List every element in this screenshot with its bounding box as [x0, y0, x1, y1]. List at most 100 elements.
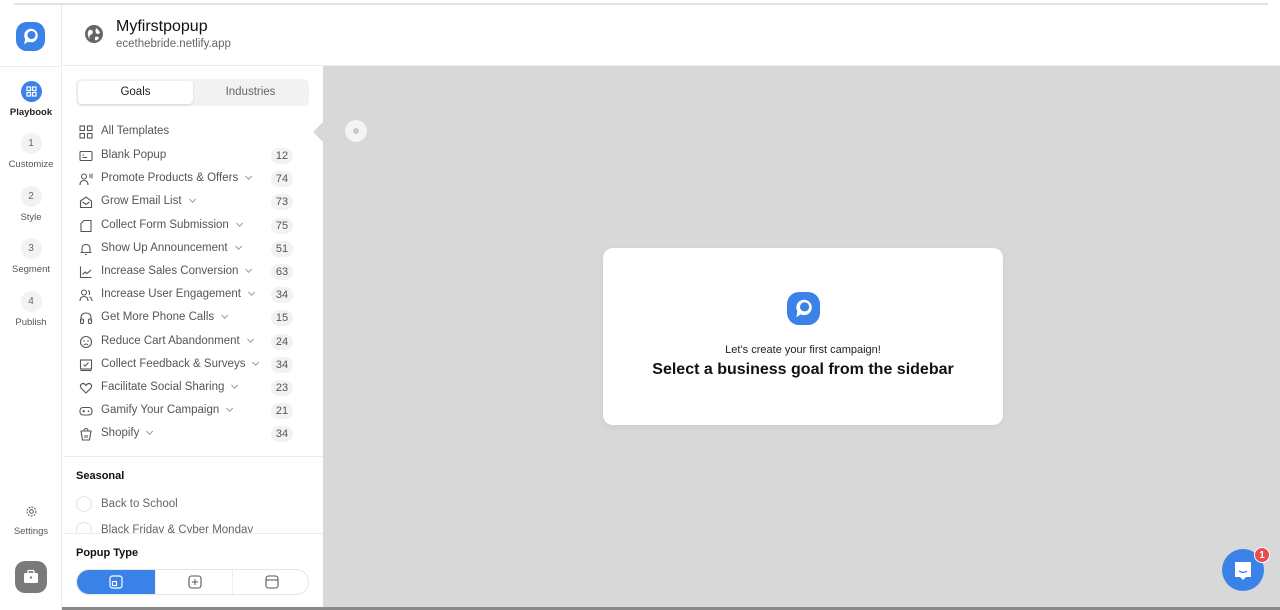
- grid-icon: [20, 81, 42, 102]
- rail-item-style[interactable]: 2 Style: [0, 186, 62, 223]
- users-icon: [79, 289, 93, 302]
- blank-popup-icon: [79, 150, 93, 162]
- template-count-badge: 34: [271, 426, 293, 443]
- radio-button[interactable]: [76, 522, 92, 533]
- settings-button[interactable]: Settings: [0, 505, 62, 537]
- goal-item-grow-email-list[interactable]: Grow Email List 73: [79, 192, 295, 212]
- step-number: 1: [20, 133, 42, 154]
- goal-item-increase-sales-conversion[interactable]: Increase Sales Conversion 63: [79, 262, 295, 282]
- tab-industries[interactable]: Industries: [193, 81, 308, 104]
- chevron-down-icon[interactable]: [226, 405, 234, 413]
- chevron-down-icon[interactable]: [146, 428, 154, 436]
- rail-label: Playbook: [9, 107, 53, 118]
- bar-icon: [265, 575, 279, 589]
- template-count-badge: 34: [271, 287, 293, 304]
- headphones-icon: [79, 312, 93, 325]
- template-count-badge: 34: [271, 356, 293, 373]
- chevron-down-icon[interactable]: [245, 265, 253, 273]
- goal-label: All Templates: [101, 125, 170, 137]
- goal-label: Collect Form Submission: [101, 219, 243, 231]
- chevron-down-icon[interactable]: [235, 219, 243, 227]
- chevron-down-icon[interactable]: [248, 289, 256, 297]
- seasonal-label: Back to School: [101, 498, 178, 510]
- goal-label: Blank Popup: [101, 149, 167, 161]
- template-count-badge: 63: [271, 264, 293, 280]
- goal-label: Shopify: [101, 427, 154, 439]
- popup-type-popup-button[interactable]: [77, 570, 155, 594]
- chevron-down-icon[interactable]: [245, 173, 253, 181]
- template-count-badge: 24: [271, 333, 293, 350]
- bell-icon: [80, 243, 92, 255]
- rail-label: Style: [20, 212, 42, 223]
- goal-item-get-more-phone-calls[interactable]: Get More Phone Calls 15: [79, 308, 295, 328]
- empty-state-title: Select a business goal from the sidebar: [652, 361, 954, 378]
- chart-icon: [79, 266, 92, 279]
- chevron-down-icon[interactable]: [246, 335, 254, 343]
- seasonal-item-back-to-school[interactable]: Back to School: [76, 495, 306, 513]
- promote-icon: [79, 173, 93, 186]
- rail-item-playbook[interactable]: Playbook: [0, 81, 62, 118]
- chevron-down-icon[interactable]: [231, 381, 239, 389]
- template-count-badge: 73: [271, 194, 293, 211]
- step-number: 2: [20, 186, 42, 207]
- goal-item-collect-feedback-and-surveys[interactable]: Collect Feedback & Surveys 34: [79, 355, 295, 375]
- step-number: 4: [20, 291, 42, 312]
- rail-item-segment[interactable]: 3 Segment: [0, 238, 62, 275]
- popup-type-bar-button[interactable]: [232, 570, 308, 594]
- goal-item-blank-popup[interactable]: Blank Popup 12: [79, 146, 295, 166]
- goal-label: Get More Phone Calls: [101, 311, 229, 323]
- goal-item-show-up-announcement[interactable]: Show Up Announcement 51: [79, 239, 295, 259]
- rail-item-customize[interactable]: 1 Customize: [0, 133, 62, 170]
- template-count-badge: 21: [271, 403, 293, 420]
- popup-type-heading: Popup Type: [76, 547, 139, 559]
- tab-goals[interactable]: Goals: [78, 81, 193, 104]
- goal-item-gamify-your-campaign[interactable]: Gamify Your Campaign 21: [79, 401, 295, 421]
- goal-label: Facilitate Social Sharing: [101, 381, 239, 393]
- goal-label: Gamify Your Campaign: [101, 404, 234, 416]
- empty-state-subtitle: Let’s create your first campaign!: [725, 344, 881, 356]
- seasonal-list: Back to School Black Friday & Cyber Mond…: [63, 491, 323, 533]
- popup-icon: [109, 575, 123, 589]
- app-logo-icon: [787, 292, 820, 325]
- shopify-icon: [80, 428, 92, 441]
- header: Myfirstpopup ecethebride.netlify.app: [63, 5, 1280, 66]
- popup-type-floating-button[interactable]: [155, 570, 233, 594]
- move-icon: [188, 575, 202, 589]
- radio-button[interactable]: [76, 496, 92, 512]
- chevron-down-icon[interactable]: [252, 358, 260, 366]
- rail-label: Customize: [8, 159, 54, 170]
- rail-item-publish[interactable]: 4 Publish: [0, 291, 62, 328]
- popup-type-selector: [76, 569, 309, 595]
- briefcase-icon: [24, 569, 38, 583]
- template-count-badge: 51: [271, 240, 293, 257]
- grid-icon: [79, 125, 93, 139]
- chevron-down-icon[interactable]: [234, 242, 242, 250]
- briefcase-button[interactable]: [15, 561, 47, 593]
- goal-label: Reduce Cart Abandonment: [101, 335, 254, 347]
- goal-item-promote-products-and-offers[interactable]: Promote Products & Offers 74: [79, 169, 295, 189]
- seasonal-item-black-friday[interactable]: Black Friday & Cyber Monday: [76, 521, 306, 533]
- globe-icon: [85, 25, 103, 43]
- goal-item-collect-form-submission[interactable]: Collect Form Submission 75: [79, 216, 295, 236]
- chevron-down-icon[interactable]: [221, 312, 229, 320]
- template-count-badge: 12: [271, 148, 293, 164]
- goal-label: Collect Feedback & Surveys: [101, 358, 260, 370]
- rail-label: Publish: [15, 317, 47, 328]
- chat-button[interactable]: 1: [1222, 547, 1270, 591]
- seasonal-heading: Seasonal: [76, 470, 125, 482]
- all-templates-item[interactable]: All Templates: [79, 122, 295, 142]
- sad-face-icon: [79, 335, 93, 348]
- chevron-down-icon[interactable]: [188, 196, 196, 204]
- goal-item-increase-user-engagement[interactable]: Increase User Engagement 34: [79, 285, 295, 305]
- template-count-badge: 74: [271, 171, 293, 188]
- email-icon: [79, 196, 93, 209]
- goal-item-facilitate-social-sharing[interactable]: Facilitate Social Sharing 23: [79, 378, 295, 398]
- goal-item-reduce-cart-abandonment[interactable]: Reduce Cart Abandonment 24: [79, 332, 295, 352]
- left-rail: Playbook 1 Customize 2 Style 3 Segment 4…: [0, 5, 62, 610]
- preview-canvas: Let’s create your first campaign! Select…: [313, 66, 1280, 610]
- app-logo-icon[interactable]: [16, 22, 45, 51]
- goals-sidebar: Goals Industries All Templates Blank Pop…: [63, 66, 323, 610]
- canvas-indicator: [345, 120, 367, 142]
- goal-item-shopify[interactable]: Shopify 34: [79, 424, 295, 444]
- notification-badge: 1: [1254, 547, 1270, 563]
